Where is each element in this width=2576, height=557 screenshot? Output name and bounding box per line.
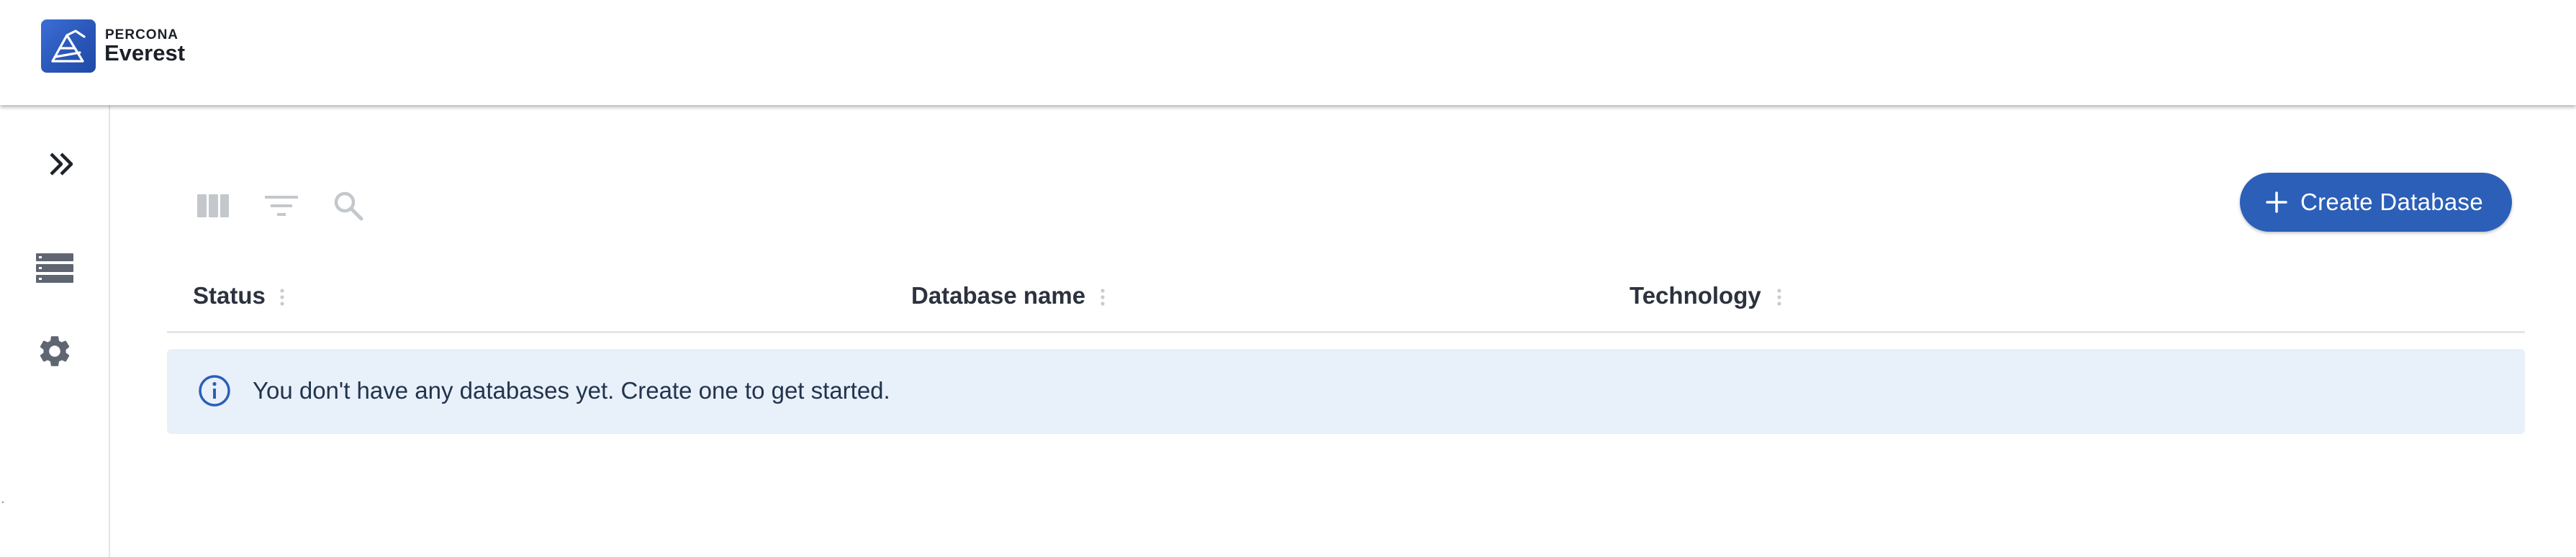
column-menu-icon[interactable] <box>279 286 286 308</box>
empty-state-message: You don't have any databases yet. Create… <box>253 377 890 404</box>
column-header-database-name[interactable]: Database name <box>911 282 1085 309</box>
columns-icon[interactable] <box>196 191 230 220</box>
create-database-label: Create Database <box>2300 189 2483 215</box>
resize-handle-icon: ´ <box>1 499 5 511</box>
app-header: PERCONA Everest <box>0 0 2576 105</box>
table-header-divider <box>167 331 2525 333</box>
expand-sidebar-icon[interactable] <box>46 148 78 180</box>
column-menu-icon[interactable] <box>1776 286 1783 308</box>
empty-state-alert: You don't have any databases yet. Create… <box>167 349 2525 434</box>
percona-logo-icon[interactable] <box>41 19 96 73</box>
sidebar: ´ <box>0 105 110 557</box>
create-database-button[interactable]: Create Database <box>2240 173 2512 232</box>
search-icon[interactable] <box>331 189 366 223</box>
gear-icon[interactable] <box>36 332 73 370</box>
column-header-status[interactable]: Status <box>193 282 266 309</box>
column-menu-icon[interactable] <box>1099 286 1106 308</box>
plus-icon <box>2266 191 2287 213</box>
filter-icon[interactable] <box>263 191 299 220</box>
databases-icon[interactable] <box>35 250 75 286</box>
info-icon <box>199 375 230 407</box>
brand-product: Everest <box>104 40 186 65</box>
column-header-technology[interactable]: Technology <box>1630 282 1761 309</box>
